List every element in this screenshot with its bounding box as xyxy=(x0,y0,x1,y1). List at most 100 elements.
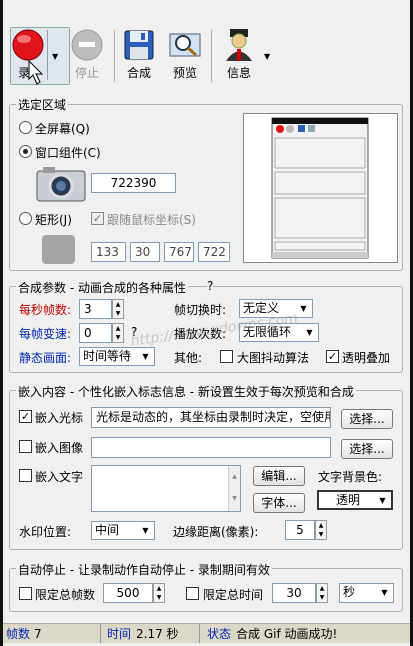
choose-cursor-button[interactable]: 选择... xyxy=(341,409,393,429)
cursor-desc-field[interactable]: 光标是动态的，其坐标由录制时决定，空使用 xyxy=(91,407,331,428)
static-label: 静态画面: xyxy=(19,351,72,365)
speed-label: 每帧变速: xyxy=(19,327,72,341)
transparent-checkbox[interactable]: ✓ xyxy=(326,350,339,363)
status-state-label: 状态 xyxy=(207,627,232,641)
margin-spinner[interactable]: ▲ ▼ xyxy=(315,520,327,540)
status-divider xyxy=(100,624,101,643)
fullscreen-label: 全屏幕(Q) xyxy=(35,122,90,136)
embed-text-checkbox[interactable] xyxy=(19,469,32,482)
camera-icon[interactable] xyxy=(35,165,87,208)
compose-button[interactable]: 合成 xyxy=(121,28,157,81)
watermark-pos-select[interactable]: 中间 ▼ xyxy=(91,521,155,540)
preview-magnifier-icon xyxy=(168,28,202,62)
time-input[interactable]: 30 xyxy=(272,583,316,603)
status-divider xyxy=(199,624,200,643)
fullscreen-radio[interactable] xyxy=(19,121,32,134)
record-icon xyxy=(11,28,45,62)
choose-image-button[interactable]: 选择... xyxy=(341,439,393,459)
transparent-label: 透明叠加 xyxy=(342,351,391,365)
preview-thumbnail xyxy=(243,113,398,263)
coord-x1[interactable]: 133 xyxy=(91,242,126,262)
chevron-down-icon: ▼ xyxy=(138,349,153,364)
time-unit-select[interactable]: 秒 ▼ xyxy=(339,583,394,603)
watermark-pos-label: 水印位置: xyxy=(19,525,72,539)
mouse-cursor-icon xyxy=(28,60,44,85)
other-label: 其他: xyxy=(174,351,203,365)
fps-input[interactable]: 3 xyxy=(79,299,112,319)
font-button[interactable]: 字体... xyxy=(253,493,305,513)
speed-input[interactable]: 0 xyxy=(79,323,112,343)
stop-button[interactable]: 停止 xyxy=(70,28,104,81)
watermark-pos-value: 中间 xyxy=(95,523,120,537)
antishake-label: 大图抖动算法 xyxy=(237,351,310,365)
static-select[interactable]: 时间等待 ▼ xyxy=(79,347,155,366)
fps-spinner[interactable]: ▲ ▼ xyxy=(112,299,124,319)
margin-input[interactable]: 5 xyxy=(285,520,315,540)
info-label: 信息 xyxy=(226,66,251,80)
fps-label: 每秒帧数: xyxy=(19,303,72,317)
compose-label: 合成 xyxy=(126,66,151,80)
save-disk-icon xyxy=(122,28,156,62)
info-button[interactable]: 信息 xyxy=(222,28,256,81)
embed-text-area[interactable] xyxy=(91,465,241,512)
time-spinner[interactable]: ▲ ▼ xyxy=(316,583,328,603)
status-state-value: 合成 Gif 动画成功! xyxy=(236,627,338,641)
speed-spinner[interactable]: ▲ ▼ xyxy=(112,323,124,343)
text-scrollbar[interactable]: ▲ ▼ xyxy=(228,466,240,511)
params-help-link[interactable]: ? xyxy=(207,279,214,293)
limit-time-checkbox[interactable] xyxy=(186,587,199,600)
frames-input[interactable]: 500 xyxy=(103,583,153,603)
edit-text-button[interactable]: 编辑... xyxy=(253,466,305,486)
record-split-divider xyxy=(47,30,48,80)
rect-label: 矩形(J) xyxy=(35,213,72,227)
area-group-title: 选定区域 xyxy=(16,96,69,113)
limit-frames-label: 限定总帧数 xyxy=(35,588,96,602)
preview-label: 预览 xyxy=(172,66,197,80)
autostop-group-title: 自动停止 - 让录制动作自动停止 - 录制期间有效 xyxy=(16,561,272,578)
follow-mouse-label: 跟随鼠标坐标(S) xyxy=(107,213,196,227)
follow-mouse-checkbox[interactable]: ✓ xyxy=(91,212,104,225)
toolbar xyxy=(3,0,410,88)
status-frames-value: 7 xyxy=(34,627,42,641)
window-radio[interactable] xyxy=(19,145,32,158)
embed-text-label: 嵌入文字 xyxy=(35,470,84,484)
stop-label: 停止 xyxy=(74,66,99,80)
text-bg-value: 透明 xyxy=(336,493,361,507)
text-bg-select[interactable]: 透明 ▼ xyxy=(317,490,393,510)
rect-radio[interactable] xyxy=(19,212,32,225)
chevron-down-icon: ▼ xyxy=(302,325,317,340)
chevron-down-icon: ▼ xyxy=(377,585,392,600)
coord-y2[interactable]: 722 xyxy=(198,242,230,262)
toolbar-separator xyxy=(211,30,212,82)
text-bg-label: 文字背景色: xyxy=(318,470,383,484)
embed-cursor-checkbox[interactable]: ✓ xyxy=(19,410,32,423)
status-bar: 帧数 7 时间 2.17 秒 状态 合成 Gif 动画成功! xyxy=(3,623,410,643)
embed-image-label: 嵌入图像 xyxy=(35,441,84,455)
limit-frames-checkbox[interactable] xyxy=(19,587,32,600)
rect-selector-icon[interactable] xyxy=(42,235,75,264)
preview-button[interactable]: 预览 xyxy=(167,28,203,81)
coord-x2[interactable]: 767 xyxy=(164,242,194,262)
params-group-title: 合成参数 - 动画合成的各种属性 xyxy=(16,279,188,296)
time-unit-value: 秒 xyxy=(343,585,356,599)
window-label: 窗口组件(C) xyxy=(35,146,101,160)
stop-icon xyxy=(70,28,104,62)
image-path-field[interactable] xyxy=(91,437,331,458)
antishake-checkbox[interactable] xyxy=(220,350,233,363)
chevron-down-icon: ▼ xyxy=(375,493,390,508)
record-dropdown-arrow[interactable]: ▼ xyxy=(52,52,58,61)
embed-cursor-label: 嵌入光标 xyxy=(35,411,84,425)
embed-image-checkbox[interactable] xyxy=(19,440,32,453)
status-time-label: 时间 xyxy=(107,627,132,641)
info-dropdown-arrow[interactable]: ▼ xyxy=(264,52,270,61)
margin-label: 边缘距离(像素): xyxy=(173,525,259,539)
transition-label: 帧切换时: xyxy=(174,303,227,317)
status-frames-label: 帧数 xyxy=(6,627,31,641)
user-info-icon xyxy=(222,28,256,62)
window-handle-field[interactable]: 722390 xyxy=(91,173,176,193)
coord-y1[interactable]: 30 xyxy=(130,242,160,262)
static-value: 时间等待 xyxy=(83,349,132,363)
embed-group-title: 嵌入内容 - 个性化嵌入标志信息 - 新设置生效于每次预览和合成 xyxy=(16,383,356,400)
frames-spinner[interactable]: ▲ ▼ xyxy=(153,583,165,603)
status-time-value: 2.17 秒 xyxy=(136,627,179,641)
